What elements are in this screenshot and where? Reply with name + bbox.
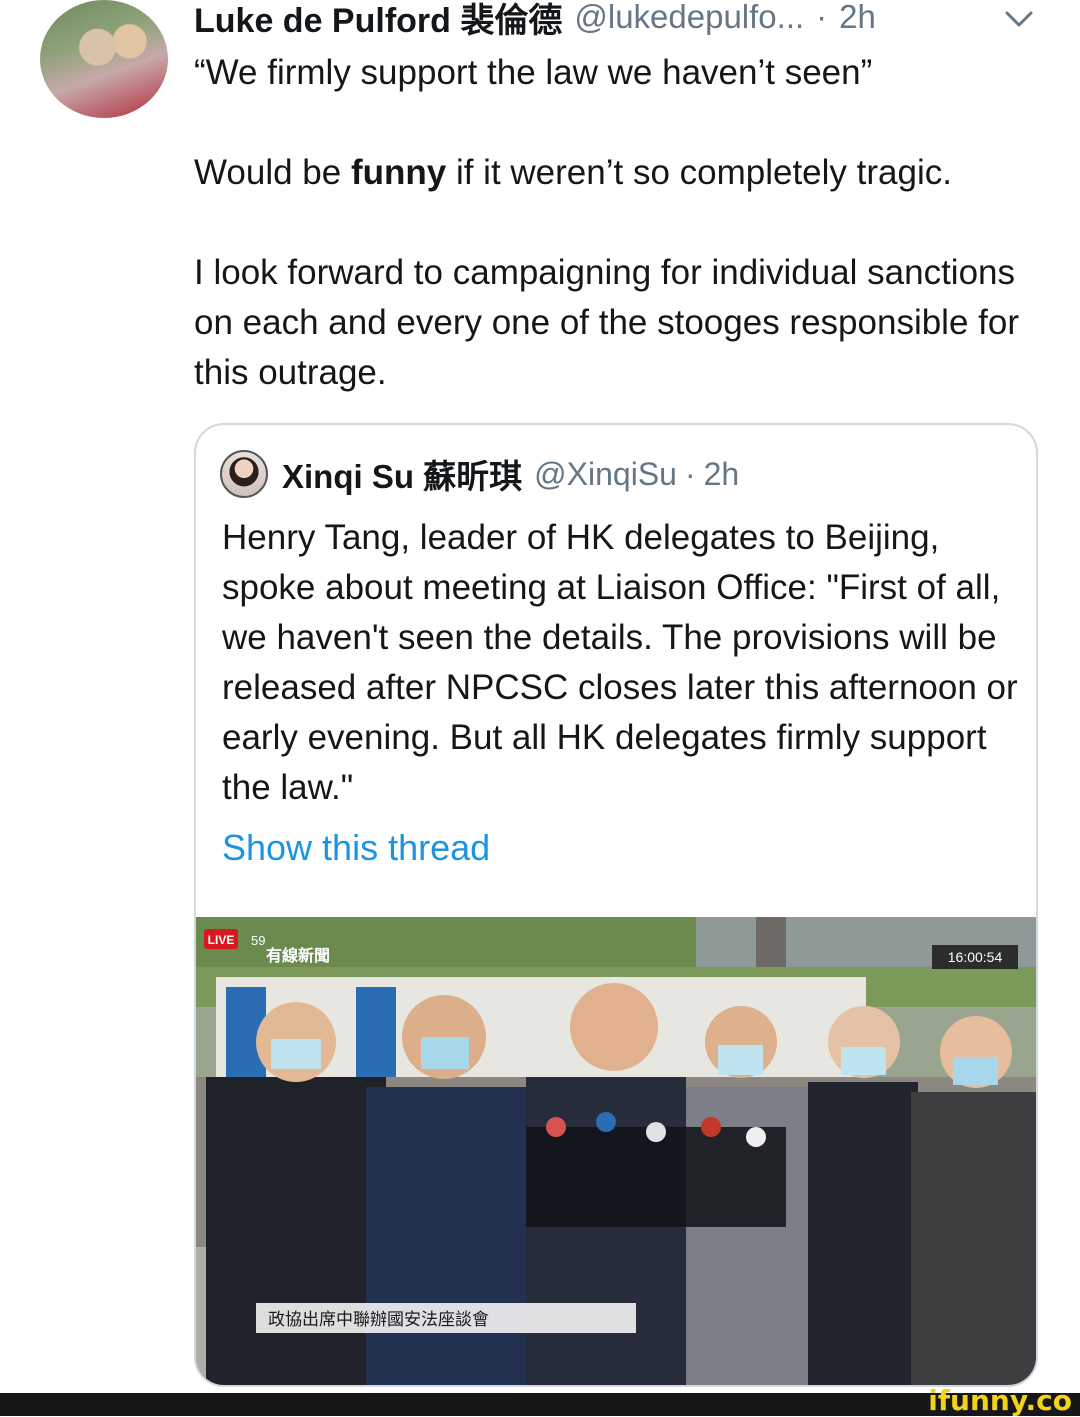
quoted-author-name[interactable]: Xinqi Su 蘇昕琪 bbox=[282, 450, 522, 498]
video-timestamp: 16:00:54 bbox=[948, 949, 1003, 965]
tweet-text-before: Would be bbox=[194, 153, 351, 192]
watermark-bar bbox=[0, 1393, 1080, 1416]
tweet-body: “We firmly support the law we haven’t se… bbox=[194, 48, 1054, 398]
tweet-line-quote: “We firmly support the law we haven’t se… bbox=[194, 53, 873, 92]
quoted-separator-dot: · bbox=[684, 455, 696, 492]
quoted-tweet-card[interactable]: Xinqi Su 蘇昕琪 @XinqiSu · 2h Henry Tang, l… bbox=[194, 423, 1038, 1387]
quoted-tweet-text: Henry Tang, leader of HK delegates to Be… bbox=[222, 518, 1018, 807]
viewer-count: 59 bbox=[251, 933, 265, 948]
tweet-line-sanctions: I look forward to campaigning for indivi… bbox=[194, 253, 1019, 392]
quoted-author-handle[interactable]: @XinqiSu bbox=[534, 456, 677, 493]
quoted-tweet-time[interactable]: 2h bbox=[704, 456, 740, 493]
quoted-tweet-header: Xinqi Su 蘇昕琪 @XinqiSu · 2h bbox=[220, 449, 739, 499]
tweet-header: Luke de Pulford 裴倫德 @lukedepulfo... · 2h bbox=[194, 0, 876, 42]
author-avatar[interactable] bbox=[40, 0, 168, 118]
live-badge: LIVE bbox=[208, 933, 235, 947]
separator-dot: · bbox=[816, 0, 828, 35]
tweet-text-after: if it weren’t so completely tragic. bbox=[446, 153, 952, 192]
author-name[interactable]: Luke de Pulford 裴倫德 bbox=[194, 0, 562, 42]
microphone-cluster bbox=[526, 1112, 786, 1227]
video-caption: 政協出席中聯辦國安法座談會 bbox=[268, 1310, 489, 1330]
author-handle[interactable]: @lukedepulfo... bbox=[574, 0, 804, 36]
press-conference-photo: LIVE 59 有線新聞 16:00:54 政協出席中聯辦國安法座談會 bbox=[196, 917, 1036, 1385]
ifunny-watermark: ifunny.co bbox=[928, 1384, 1072, 1417]
channel-logo: 有線新聞 bbox=[266, 946, 330, 965]
show-thread-link[interactable]: Show this thread bbox=[222, 827, 490, 869]
tweet-line-funny: Would be funny if it weren’t so complete… bbox=[194, 148, 1054, 198]
tweet-time[interactable]: 2h bbox=[839, 0, 876, 36]
quoted-author-avatar[interactable] bbox=[220, 450, 268, 498]
tweet-text-bold: funny bbox=[350, 153, 447, 192]
quoted-tweet-media[interactable]: LIVE 59 有線新聞 16:00:54 政協出席中聯辦國安法座談會 bbox=[196, 917, 1036, 1385]
chevron-down-icon[interactable] bbox=[1002, 4, 1036, 34]
